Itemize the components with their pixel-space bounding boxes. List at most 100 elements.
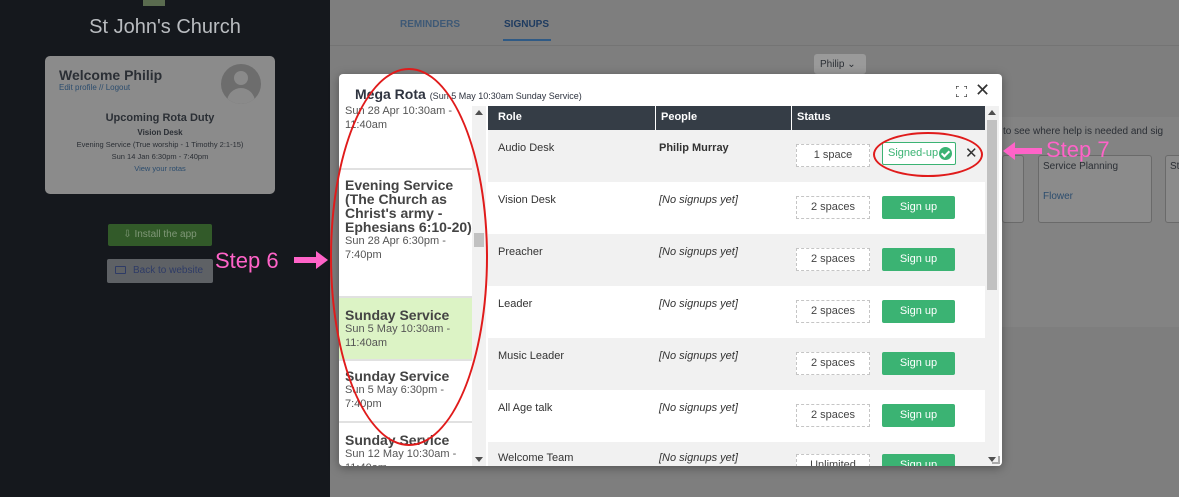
remove-signup-icon[interactable]: ✕ [965,144,978,162]
people-cell: Philip Murray [659,142,729,154]
spaces-badge: 1 space [796,144,870,167]
service-item[interactable]: Evening Service (The Church as Christ's … [339,170,472,298]
step-6-label: Step 6 [215,248,279,273]
edit-profile-logout-link[interactable]: Edit profile // Logout [59,83,130,92]
table-row: Audio Desk Philip Murray 1 space Signed-… [488,130,985,182]
table-row: Welcome Team [No signups yet] Unlimited … [488,442,985,466]
table-scrollbar[interactable] [985,106,999,466]
sidebar: St John's Church Welcome Philip Edit pro… [0,0,330,497]
scrollbar-thumb[interactable] [474,233,484,247]
check-icon [939,147,952,160]
service-item[interactable]: Sunday Service Sun 12 May 10:30am - 11:4… [339,423,472,466]
duty-heading: Upcoming Rota Duty [105,112,215,124]
table-header: Role People Status [488,106,985,130]
role-cell: Vision Desk [498,194,556,206]
modal-title: Mega Rota (Sun 5 May 10:30am Sunday Serv… [355,86,582,102]
service-item[interactable]: Sun 28 Apr 10:30am - 11:40am [339,106,472,170]
rota-modal: Mega Rota (Sun 5 May 10:30am Sunday Serv… [339,74,1002,466]
signed-up-label: Signed-up [888,147,939,159]
monitor-icon [115,266,126,274]
service-planning-card[interactable]: Service Planning Flower [1038,155,1152,223]
service-item[interactable]: Sunday Service Sun 5 May 6:30pm - 7:40pm [339,361,472,423]
role-cell: Preacher [498,246,543,258]
service-list: Sun 28 Apr 10:30am - 11:40am Evening Ser… [339,106,487,466]
tab-signups[interactable]: SIGNUPS [504,19,549,30]
sign-up-button[interactable]: Sign up [882,454,955,466]
church-name: St John's Church [89,16,241,38]
avatar-body-icon [227,88,255,104]
role-cell: Audio Desk [498,142,555,154]
table-row: All Age talk [No signups yet] 2 spaces S… [488,390,985,442]
people-cell: [No signups yet] [659,246,738,258]
help-text: to see where help is needed and sig [1003,126,1164,137]
background-card[interactable] [1002,155,1024,223]
people-cell: [No signups yet] [659,452,738,464]
roles-table: Role People Status Audio Desk Philip Mur… [488,106,985,466]
user-select[interactable]: Philip ⌄ [814,54,866,74]
card-title: St [1170,161,1179,172]
download-icon: ⇩ [123,229,135,240]
duty-role: Vision Desk [137,128,183,137]
table-row: Music Leader [No signups yet] 2 spaces S… [488,338,985,390]
install-app-label: Install the app [134,229,197,240]
card-link[interactable]: Flower [1043,191,1073,202]
service-list-scrollbar[interactable] [472,106,486,466]
column-divider [791,106,792,130]
service-time: Sun 12 May 10:30am - 11:40am [345,448,457,466]
service-name: Sunday Service [345,307,450,323]
modal-subtitle: (Sun 5 May 10:30am Sunday Service) [429,91,582,101]
chevron-down-icon: ⌄ [847,59,856,70]
scroll-up-icon[interactable] [988,110,996,115]
people-cell: [No signups yet] [659,402,738,414]
arrow-left-icon [1003,142,1042,160]
resize-grip-icon[interactable] [992,456,1000,464]
sign-up-button[interactable]: Sign up [882,196,955,219]
spaces-badge: 2 spaces [796,404,870,427]
people-cell: [No signups yet] [659,194,738,206]
spaces-badge: 2 spaces [796,248,870,271]
background-card[interactable]: St [1165,155,1179,223]
view-rotas-link[interactable]: View your rotas [45,164,275,173]
role-cell: Leader [498,298,533,310]
church-logo [143,0,165,6]
spaces-badge: 2 spaces [796,300,870,323]
sign-up-button[interactable]: Sign up [882,300,955,323]
people-cell: [No signups yet] [659,298,738,310]
col-people: People [661,111,698,123]
service-time: Sun 5 May 6:30pm - 7:40pm [345,384,445,410]
table-row: Leader [No signups yet] 2 spaces Sign up [488,286,985,338]
scroll-down-icon[interactable] [475,457,483,462]
avatar[interactable] [221,64,261,104]
sign-up-button[interactable]: Sign up [882,352,955,375]
column-divider [655,106,656,130]
service-time: Sun 28 Apr 10:30am - 11:40am [345,106,453,131]
col-role: Role [498,111,522,123]
arrow-right-icon [294,251,328,269]
install-app-button[interactable]: ⇩ Install the app [108,224,212,246]
service-item-selected[interactable]: Sunday Service Sun 5 May 10:30am - 11:40… [339,298,472,361]
sign-up-button[interactable]: Sign up [882,404,955,427]
welcome-card: Welcome Philip Edit profile // Logout Up… [45,56,275,194]
col-status: Status [797,111,831,123]
role-cell: All Age talk [498,402,553,414]
step-7-label: Step 7 [1046,137,1110,162]
role-cell: Welcome Team [498,452,574,464]
duty-time: Sun 14 Jan 6:30pm - 7:40pm [111,152,209,161]
role-cell: Music Leader [498,350,565,362]
rota-name: Mega Rota [355,86,426,102]
expand-icon[interactable] [956,86,967,97]
spaces-badge: 2 spaces [796,196,870,219]
avatar-head-icon [234,71,248,85]
signed-up-badge: Signed-up [882,142,956,165]
duty-service: Evening Service (True worship - 1 Timoth… [76,140,244,149]
back-to-website-button[interactable]: Back to website [107,259,213,283]
back-to-website-label: Back to website [133,265,204,276]
active-tab-indicator [503,39,551,41]
service-name: Sunday Service [345,432,450,448]
scrollbar-thumb[interactable] [987,120,997,290]
tab-reminders[interactable]: REMINDERS [400,19,460,30]
table-row: Vision Desk [No signups yet] 2 spaces Si… [488,182,985,234]
close-icon[interactable]: ✕ [975,80,990,100]
sign-up-button[interactable]: Sign up [882,248,955,271]
scroll-up-icon[interactable] [475,110,483,115]
